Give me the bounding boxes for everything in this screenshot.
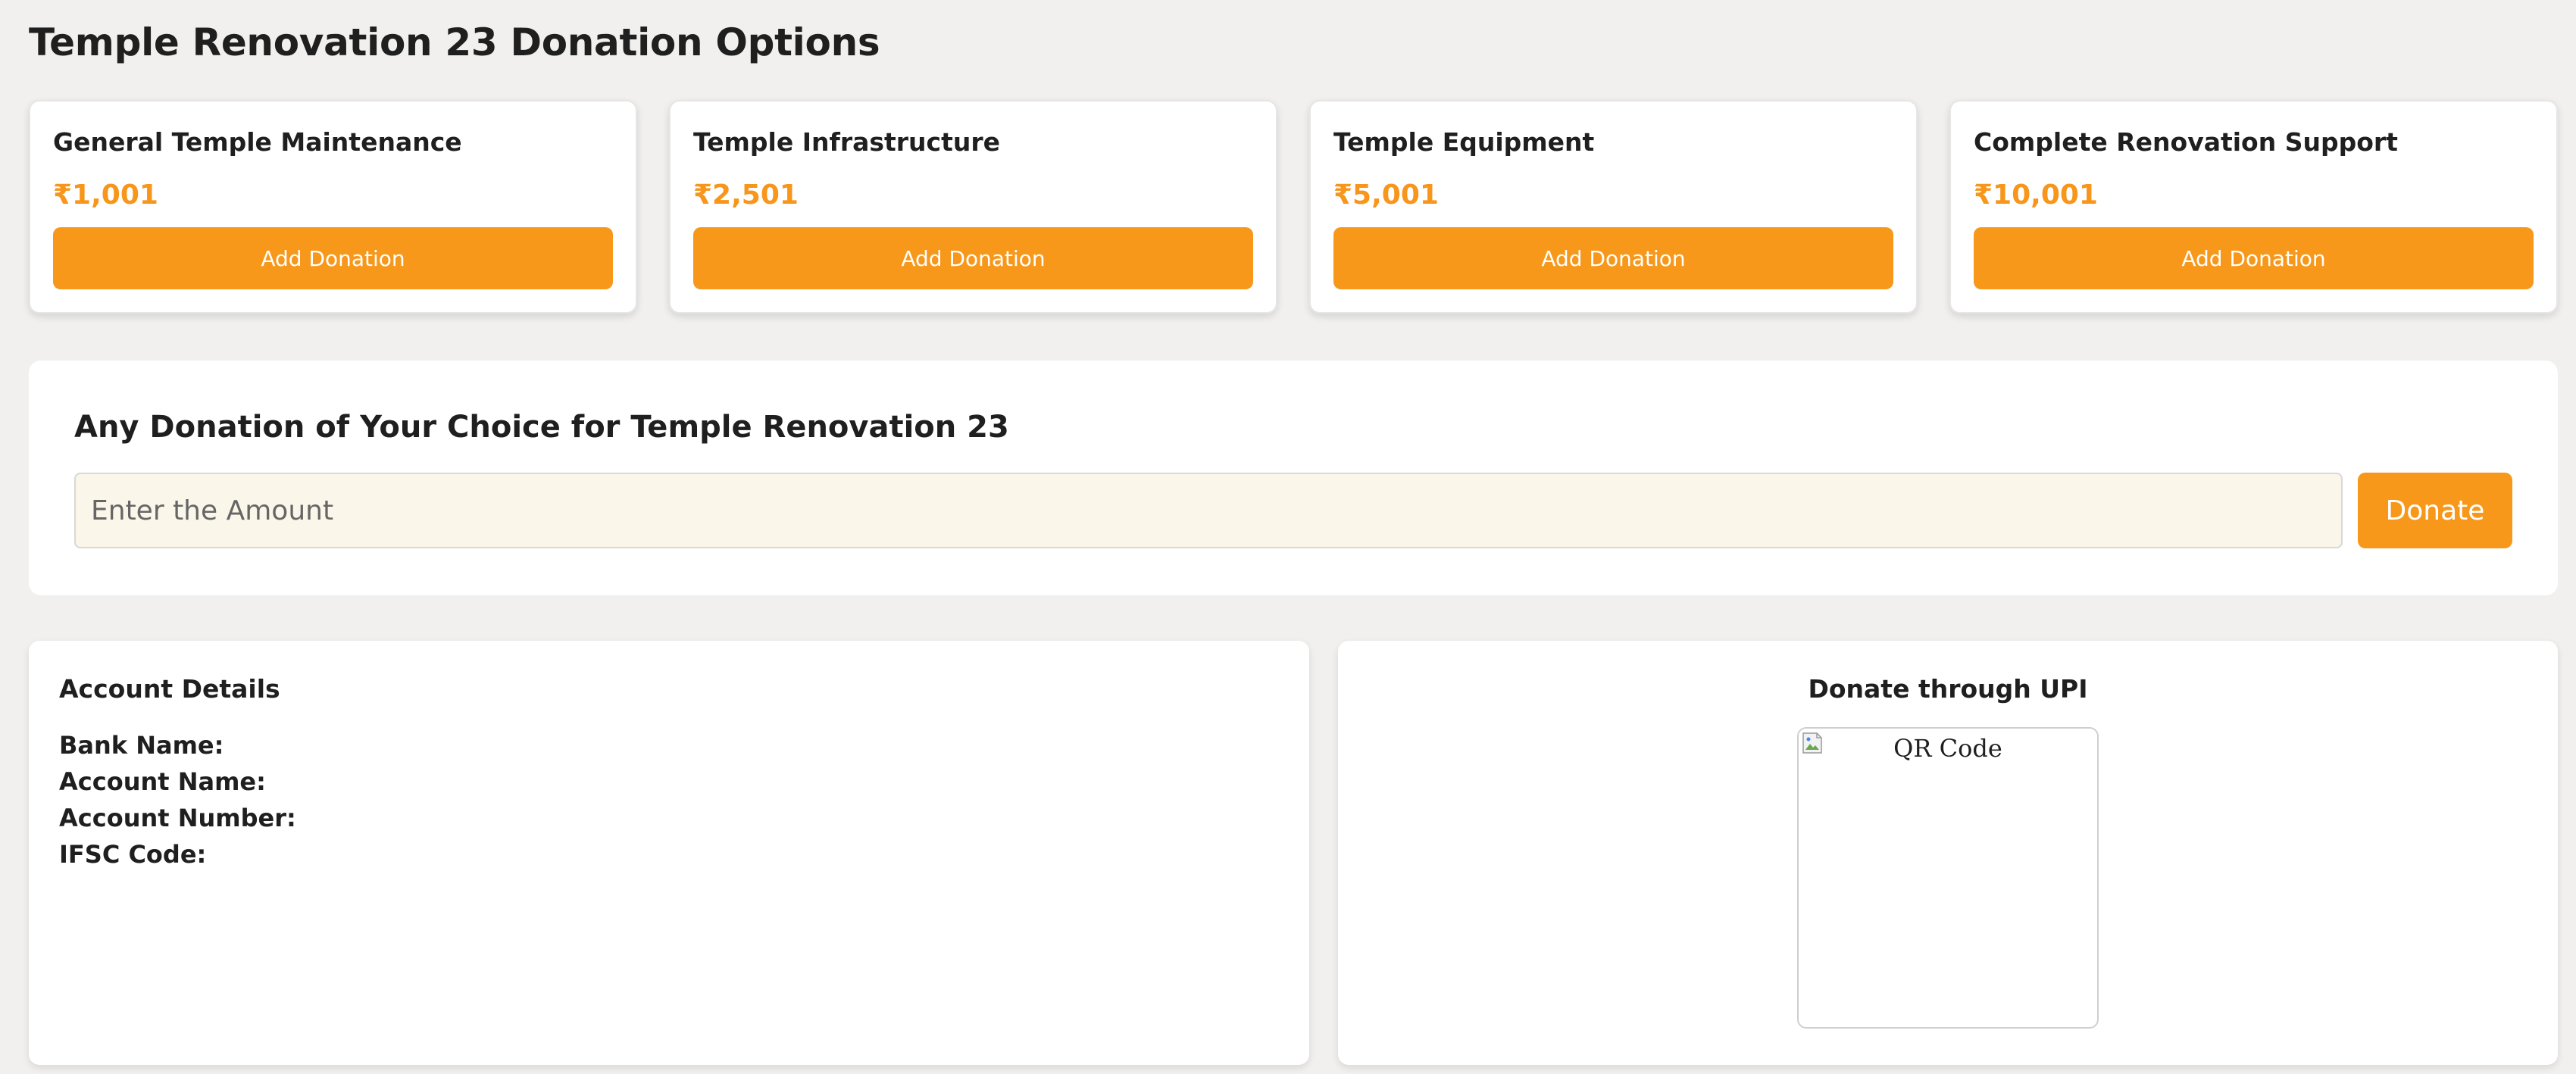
payment-details: Account Details Bank Name: Account Name:…: [29, 641, 2558, 1065]
donation-options: General Temple Maintenance ₹1,001 Add Do…: [29, 100, 2558, 314]
option-name: Complete Renovation Support: [1974, 127, 2398, 157]
account-details-list: Bank Name: Account Name: Account Number:…: [59, 727, 1279, 873]
ifsc-code-label: IFSC Code:: [59, 840, 207, 869]
option-price: ₹10,001: [1974, 180, 2098, 211]
add-donation-button[interactable]: Add Donation: [53, 227, 613, 289]
add-donation-button[interactable]: Add Donation: [1974, 227, 2534, 289]
account-number-label: Account Number:: [59, 804, 296, 832]
option-name: Temple Equipment: [1333, 127, 1595, 157]
upi-title: Donate through UPI: [1808, 674, 2088, 704]
qr-code-image: QR Code: [1797, 727, 2099, 1029]
custom-donation-row: Donate: [74, 473, 2512, 548]
option-price: ₹1,001: [53, 180, 158, 211]
add-donation-button[interactable]: Add Donation: [1333, 227, 1893, 289]
donate-button[interactable]: Donate: [2358, 473, 2512, 548]
account-name-label: Account Name:: [59, 767, 266, 796]
qr-code-alt-text: QR Code: [1893, 734, 2002, 763]
upi-panel: Donate through UPI QR Code: [1338, 641, 2558, 1065]
bank-name-label: Bank Name:: [59, 731, 224, 760]
option-card-general-maintenance: General Temple Maintenance ₹1,001 Add Do…: [29, 100, 637, 314]
option-price: ₹5,001: [1333, 180, 1439, 211]
option-price: ₹2,501: [693, 180, 799, 211]
amount-input[interactable]: [74, 473, 2343, 548]
add-donation-button[interactable]: Add Donation: [693, 227, 1253, 289]
option-name: General Temple Maintenance: [53, 127, 462, 157]
custom-donation-section: Any Donation of Your Choice for Temple R…: [29, 361, 2558, 595]
option-name: Temple Infrastructure: [693, 127, 1001, 157]
account-details-panel: Account Details Bank Name: Account Name:…: [29, 641, 1309, 1065]
page-title: Temple Renovation 23 Donation Options: [29, 20, 880, 64]
option-card-complete-renovation: Complete Renovation Support ₹10,001 Add …: [1949, 100, 2558, 314]
option-card-equipment: Temple Equipment ₹5,001 Add Donation: [1309, 100, 1918, 314]
account-details-title: Account Details: [59, 674, 280, 704]
option-card-infrastructure: Temple Infrastructure ₹2,501 Add Donatio…: [669, 100, 1277, 314]
custom-donation-title: Any Donation of Your Choice for Temple R…: [74, 410, 1009, 445]
